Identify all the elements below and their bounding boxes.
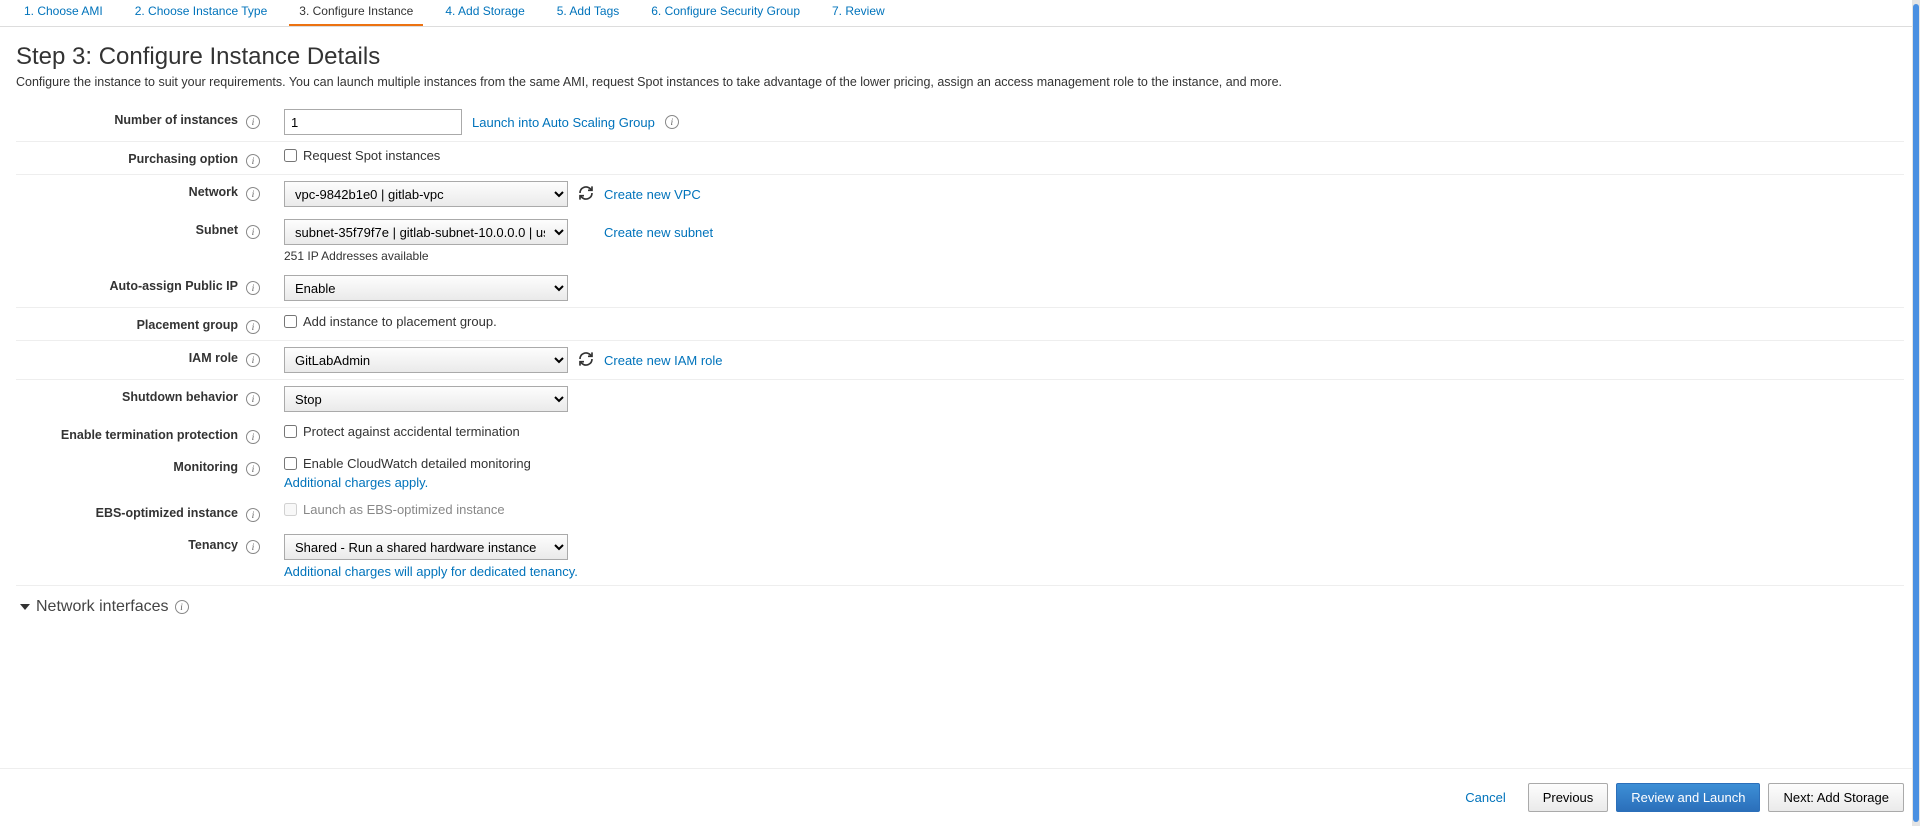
info-icon[interactable]: i <box>246 392 260 406</box>
info-icon[interactable]: i <box>246 508 260 522</box>
network-interfaces-title: Network interfaces <box>36 598 169 616</box>
scrollbar-thumb[interactable] <box>1913 4 1919 822</box>
refresh-icon[interactable] <box>578 185 594 204</box>
spot-checkbox[interactable] <box>284 149 297 162</box>
tab-add-tags[interactable]: 5. Add Tags <box>547 0 630 26</box>
label-auto-ip: Auto-assign Public IP <box>16 269 246 308</box>
cancel-button[interactable]: Cancel <box>1451 783 1519 812</box>
label-num-instances: Number of instances <box>16 103 246 142</box>
tab-choose-ami[interactable]: 1. Choose AMI <box>14 0 113 26</box>
info-icon[interactable]: i <box>246 115 260 129</box>
scrollbar[interactable] <box>1912 0 1920 826</box>
subnet-select[interactable]: subnet-35f79f7e | gitlab-subnet-10.0.0.0… <box>284 219 568 245</box>
info-icon[interactable]: i <box>246 320 260 334</box>
review-launch-button[interactable]: Review and Launch <box>1616 783 1760 812</box>
termination-label: Protect against accidental termination <box>303 424 520 439</box>
label-ebs: EBS-optimized instance <box>16 496 246 528</box>
network-select[interactable]: vpc-9842b1e0 | gitlab-vpc <box>284 181 568 207</box>
shutdown-select[interactable]: Stop <box>284 386 568 412</box>
label-purchasing: Purchasing option <box>16 142 246 175</box>
info-icon[interactable]: i <box>246 187 260 201</box>
tenancy-select[interactable]: Shared - Run a shared hardware instance <box>284 534 568 560</box>
info-icon[interactable]: i <box>246 353 260 367</box>
subnet-note: 251 IP Addresses available <box>284 249 1896 263</box>
auto-ip-select[interactable]: Enable <box>284 275 568 301</box>
refresh-icon[interactable] <box>578 351 594 370</box>
info-icon[interactable]: i <box>175 600 189 614</box>
label-shutdown: Shutdown behavior <box>16 380 246 419</box>
label-subnet: Subnet <box>16 213 246 269</box>
iam-select[interactable]: GitLabAdmin <box>284 347 568 373</box>
next-button[interactable]: Next: Add Storage <box>1768 783 1904 812</box>
termination-checkbox[interactable] <box>284 425 297 438</box>
page-description: Configure the instance to suit your requ… <box>16 75 1904 89</box>
network-interfaces-toggle[interactable]: Network interfaces i <box>16 586 1904 628</box>
info-icon[interactable]: i <box>246 540 260 554</box>
tab-review[interactable]: 7. Review <box>822 0 895 26</box>
label-termination: Enable termination protection <box>16 418 246 450</box>
monitoring-charges-link[interactable]: Additional charges apply. <box>284 475 428 490</box>
launch-asg-link[interactable]: Launch into Auto Scaling Group <box>472 115 655 130</box>
info-icon[interactable]: i <box>246 281 260 295</box>
configure-form: Number of instances i Launch into Auto S… <box>16 103 1904 586</box>
wizard-footer: Cancel Previous Review and Launch Next: … <box>0 768 1920 826</box>
tab-add-storage[interactable]: 4. Add Storage <box>435 0 534 26</box>
ebs-checkbox <box>284 503 297 516</box>
page-title: Step 3: Configure Instance Details <box>16 43 1904 71</box>
tab-choose-instance-type[interactable]: 2. Choose Instance Type <box>125 0 278 26</box>
monitoring-checkbox[interactable] <box>284 457 297 470</box>
ebs-label: Launch as EBS-optimized instance <box>303 502 505 517</box>
tab-security-group[interactable]: 6. Configure Security Group <box>641 0 810 26</box>
info-icon[interactable]: i <box>246 225 260 239</box>
info-icon[interactable]: i <box>246 462 260 476</box>
tab-configure-instance[interactable]: 3. Configure Instance <box>289 0 423 26</box>
label-monitoring: Monitoring <box>16 450 246 496</box>
create-iam-link[interactable]: Create new IAM role <box>604 353 723 368</box>
label-tenancy: Tenancy <box>16 528 246 586</box>
label-network: Network <box>16 175 246 214</box>
num-instances-input[interactable] <box>284 109 462 135</box>
info-icon[interactable]: i <box>665 115 679 129</box>
spot-label: Request Spot instances <box>303 148 440 163</box>
label-placement: Placement group <box>16 308 246 341</box>
previous-button[interactable]: Previous <box>1528 783 1609 812</box>
info-icon[interactable]: i <box>246 154 260 168</box>
placement-checkbox[interactable] <box>284 315 297 328</box>
caret-down-icon <box>20 604 30 610</box>
placement-label: Add instance to placement group. <box>303 314 497 329</box>
create-vpc-link[interactable]: Create new VPC <box>604 187 701 202</box>
monitoring-label: Enable CloudWatch detailed monitoring <box>303 456 531 471</box>
info-icon[interactable]: i <box>246 430 260 444</box>
tenancy-charges-link[interactable]: Additional charges will apply for dedica… <box>284 564 578 579</box>
create-subnet-link[interactable]: Create new subnet <box>604 225 713 240</box>
wizard-tabs: 1. Choose AMI 2. Choose Instance Type 3.… <box>0 0 1920 27</box>
label-iam: IAM role <box>16 341 246 380</box>
